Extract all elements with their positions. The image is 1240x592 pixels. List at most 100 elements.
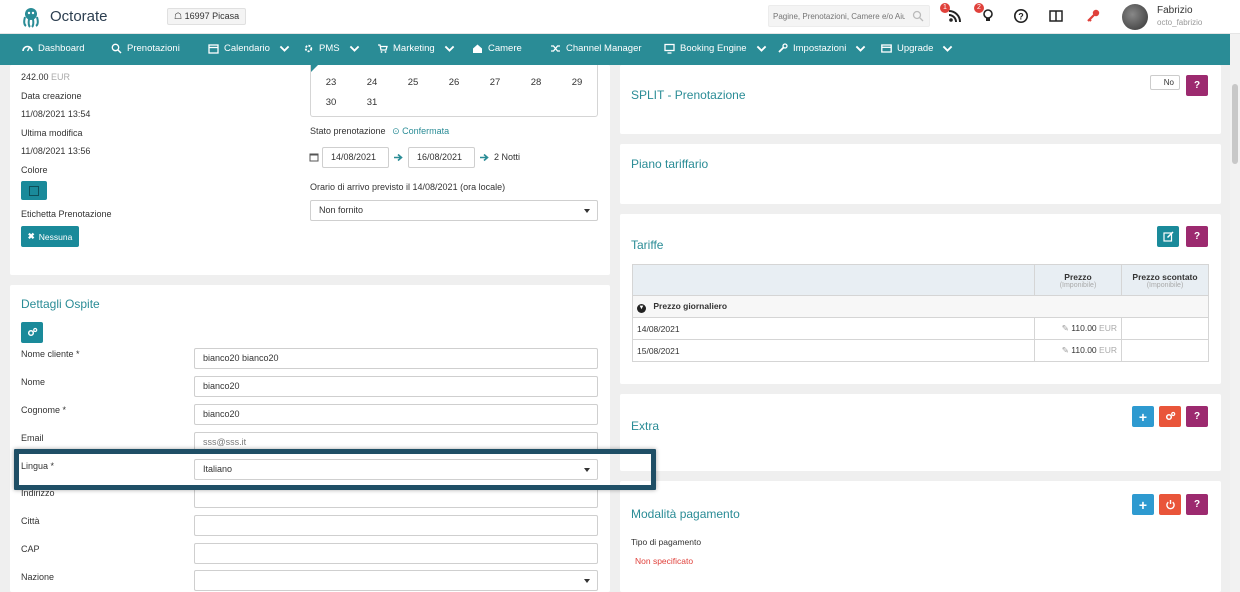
monitor-icon bbox=[664, 43, 675, 54]
shuffle-icon bbox=[551, 45, 560, 52]
nav-dashboard[interactable]: Dashboard bbox=[22, 43, 84, 54]
calendar-day[interactable]: 26 bbox=[444, 77, 464, 88]
extra-panel bbox=[620, 394, 1221, 471]
nav-pms[interactable]: PMS bbox=[303, 43, 360, 54]
guest-settings-button[interactable] bbox=[21, 322, 43, 343]
key-icon[interactable] bbox=[1085, 8, 1101, 24]
arrow-right-icon bbox=[394, 153, 403, 162]
help-button[interactable]: ? bbox=[1186, 494, 1208, 515]
nav-booking-engine[interactable]: Booking Engine bbox=[664, 43, 767, 54]
gears-icon bbox=[1165, 411, 1175, 421]
lingua-select[interactable]: Italiano bbox=[194, 459, 598, 480]
book-icon[interactable] bbox=[1048, 8, 1064, 24]
calendar-day[interactable]: 27 bbox=[485, 77, 505, 88]
nav-upgrade[interactable]: Upgrade bbox=[881, 43, 953, 54]
field-label-nazione: Nazione bbox=[21, 572, 55, 582]
calendar-icon bbox=[208, 44, 219, 54]
calendar-day[interactable]: 31 bbox=[362, 97, 382, 108]
calendar-day[interactable]: 29 bbox=[567, 77, 587, 88]
nav-label: PMS bbox=[319, 43, 340, 54]
calendar-day[interactable]: 24 bbox=[362, 77, 382, 88]
calendar-day[interactable]: 25 bbox=[403, 77, 423, 88]
calendar-day[interactable]: 23 bbox=[321, 77, 341, 88]
header-empty bbox=[632, 264, 1035, 296]
octorate-logo-icon[interactable] bbox=[20, 6, 42, 28]
nav-impostazioni[interactable]: Impostazioni bbox=[777, 43, 866, 54]
search-icon[interactable] bbox=[912, 10, 924, 22]
field-label-cap: CAP bbox=[21, 544, 40, 554]
pencil-icon[interactable]: ✎ bbox=[1062, 345, 1069, 355]
user-avatar[interactable] bbox=[1122, 4, 1148, 30]
user-name[interactable]: Fabrizio bbox=[1157, 5, 1193, 16]
field-label-email: Email bbox=[21, 433, 44, 443]
nav-label: Camere bbox=[488, 43, 522, 54]
checkout-date-input[interactable]: 16/08/2021 bbox=[408, 147, 475, 168]
table-row: 15/08/2021 ✎ 110.00 EUR bbox=[632, 339, 1209, 362]
group-label: Prezzo giornaliero bbox=[653, 300, 728, 311]
table-row: 14/08/2021 ✎ 110.00 EUR bbox=[632, 317, 1209, 340]
nav-channel-manager[interactable]: Channel Manager bbox=[550, 43, 642, 54]
nav-label: Marketing bbox=[393, 43, 435, 54]
checkin-date-input[interactable]: 14/08/2021 bbox=[322, 147, 389, 168]
calendar-day[interactable]: 28 bbox=[526, 77, 546, 88]
help-icon[interactable]: ? bbox=[1013, 8, 1029, 24]
scrollbar-thumb[interactable] bbox=[1232, 84, 1238, 164]
citta-input[interactable] bbox=[194, 515, 598, 536]
property-badge[interactable]: ☖ 16997 Picasa bbox=[167, 8, 247, 25]
add-extra-button[interactable]: + bbox=[1132, 406, 1154, 427]
indirizzo-input[interactable] bbox=[194, 487, 598, 508]
check-circle-icon: ⊙ bbox=[392, 126, 400, 136]
nav-prenotazioni[interactable]: Prenotazioni bbox=[111, 43, 180, 54]
split-title: SPLIT - Prenotazione bbox=[631, 88, 746, 102]
nights-count: 2 Notti bbox=[494, 152, 521, 162]
tag-none-button[interactable]: ✖ Nessuna bbox=[21, 226, 79, 247]
status-row: Stato prenotazione ⊙ Confermata bbox=[310, 126, 449, 137]
nazione-select[interactable] bbox=[194, 570, 598, 591]
nav-label: Booking Engine bbox=[680, 43, 747, 54]
created-label: Data creazione bbox=[21, 91, 82, 101]
payment-power-button[interactable] bbox=[1159, 494, 1181, 515]
chevron-down-icon bbox=[756, 45, 766, 52]
color-label: Colore bbox=[21, 165, 48, 175]
price-cell[interactable]: ✎ 110.00 EUR bbox=[1034, 339, 1122, 362]
edit-rates-button[interactable] bbox=[1157, 226, 1179, 247]
calendar-day[interactable]: 30 bbox=[321, 97, 341, 108]
add-payment-button[interactable]: + bbox=[1132, 494, 1154, 515]
search-icon bbox=[111, 43, 122, 54]
nome-input[interactable]: bianco20 bbox=[194, 376, 598, 397]
split-toggle[interactable]: No bbox=[1150, 75, 1180, 90]
nav-calendario[interactable]: Calendario bbox=[208, 43, 290, 54]
nome-cliente-input[interactable]: bianco20 bianco20 bbox=[194, 348, 598, 369]
search-input[interactable] bbox=[769, 6, 909, 26]
header-discount: Prezzo scontato (Imponibile) bbox=[1121, 264, 1209, 296]
modified-value: 11/08/2021 13:56 bbox=[21, 146, 91, 156]
page-scrollbar[interactable] bbox=[1230, 34, 1240, 592]
nav-label: Upgrade bbox=[897, 43, 934, 54]
extra-settings-button[interactable] bbox=[1159, 406, 1181, 427]
email-input[interactable]: sss@sss.it bbox=[194, 432, 598, 453]
cognome-input[interactable]: bianco20 bbox=[194, 404, 598, 425]
group-row[interactable]: ▼ Prezzo giornaliero bbox=[632, 295, 1209, 318]
arrival-time-select[interactable]: Non fornito bbox=[310, 200, 598, 221]
color-picker-button[interactable] bbox=[21, 181, 47, 200]
booking-amount: 242.00 EUR bbox=[21, 72, 71, 82]
chevron-down-icon bbox=[279, 45, 290, 52]
group-cell[interactable]: ▼ Prezzo giornaliero bbox=[632, 295, 1209, 318]
payment-type-value: Non specificato bbox=[635, 556, 694, 566]
rate-plan-title: Piano tariffario bbox=[631, 157, 709, 171]
close-icon: ✖ bbox=[27, 231, 35, 241]
help-button[interactable]: ? bbox=[1186, 406, 1208, 427]
app-name[interactable]: Octorate bbox=[50, 8, 108, 25]
nav-camere[interactable]: Camere bbox=[472, 43, 522, 54]
caret-down-icon bbox=[584, 209, 590, 213]
price-cell[interactable]: ✎ 110.00 EUR bbox=[1034, 317, 1122, 340]
payment-title: Modalità pagamento bbox=[631, 507, 740, 521]
rate-plan-panel bbox=[620, 144, 1221, 204]
cap-input[interactable] bbox=[194, 543, 598, 564]
help-button[interactable]: ? bbox=[1186, 226, 1208, 247]
pencil-icon[interactable]: ✎ bbox=[1062, 323, 1069, 333]
nav-label: Channel Manager bbox=[566, 43, 642, 54]
help-button[interactable]: ? bbox=[1186, 75, 1208, 96]
nav-marketing[interactable]: Marketing bbox=[377, 43, 455, 54]
user-login: octo_fabrizio bbox=[1157, 18, 1203, 27]
